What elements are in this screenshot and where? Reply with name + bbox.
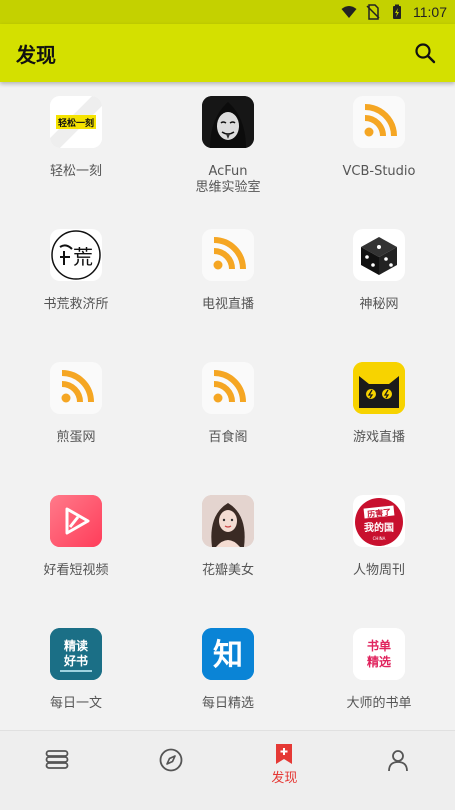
source-item[interactable]: 精读 好书 每日一文 <box>0 614 152 712</box>
source-label: 人物周刊 <box>352 563 405 578</box>
svg-text:精读: 精读 <box>64 638 88 653</box>
rss-icon <box>353 96 405 148</box>
zhi-logo-icon: 知 <box>202 628 254 680</box>
app-bar: 发现 <box>0 24 455 82</box>
svg-text:我的国: 我的国 <box>364 521 394 534</box>
status-bar: 11:07 <box>0 0 455 24</box>
battery-charging-icon <box>389 4 405 20</box>
source-label: 好看短视频 <box>43 563 109 578</box>
masked-face-avatar-icon <box>202 96 254 148</box>
source-label: AcFun 思维实验室 <box>195 164 261 195</box>
compass-icon <box>159 748 183 772</box>
source-item[interactable]: 书单 精选 大师的书单 <box>303 614 455 712</box>
source-label: 大师的书单 <box>346 696 412 711</box>
shudan-logo-icon: 书单 精选 <box>353 628 405 680</box>
source-label: VCB-Studio <box>342 164 416 179</box>
rss-icon <box>202 229 254 281</box>
source-item[interactable]: 煎蛋网 <box>0 348 152 446</box>
source-item[interactable]: 电视直播 <box>152 215 304 313</box>
source-item[interactable]: 花瓣美女 <box>152 481 304 579</box>
no-sim-icon <box>365 4 381 20</box>
search-button[interactable] <box>411 39 439 67</box>
rss-icon <box>202 362 254 414</box>
source-label: 轻松一刻 <box>49 164 102 179</box>
source-item[interactable]: 轻松一刻 轻松一刻 <box>0 82 152 180</box>
svg-text:知: 知 <box>213 638 243 673</box>
discover-grid: 轻松一刻 轻松一刻 AcFun 思维实验室 VCB-Studio 荒 书荒救济所… <box>0 82 455 730</box>
source-item[interactable]: 好看短视频 <box>0 481 152 579</box>
clock: 11:07 <box>413 4 447 20</box>
dice-icon <box>353 229 405 281</box>
svg-text:书单: 书单 <box>367 638 391 653</box>
source-label: 每日精选 <box>201 696 254 711</box>
bottom-navigation: 发现 <box>0 730 455 810</box>
photo-avatar-icon <box>202 495 254 547</box>
source-label: 每日一文 <box>49 696 102 711</box>
qingsong-logo-icon: 轻松一刻 <box>50 96 102 148</box>
source-label: 百食阁 <box>208 430 248 445</box>
source-label: 电视直播 <box>201 297 254 312</box>
source-label: 煎蛋网 <box>56 430 96 445</box>
wifi-icon <box>341 4 357 20</box>
svg-text:轻松一刻: 轻松一刻 <box>58 117 94 129</box>
source-label: 游戏直播 <box>352 430 405 445</box>
svg-text:好书: 好书 <box>63 653 88 668</box>
source-item[interactable]: 游戏直播 <box>303 348 455 446</box>
source-label: 神秘网 <box>359 297 399 312</box>
nav-discover[interactable]: 发现 <box>228 731 342 786</box>
source-item[interactable]: AcFun 思维实验室 <box>152 82 304 196</box>
nav-explore[interactable] <box>114 731 228 773</box>
svg-text:CHINA: CHINA <box>373 536 386 541</box>
source-item[interactable]: 神秘网 <box>303 215 455 313</box>
page-title: 发现 <box>16 42 56 67</box>
source-item[interactable]: 历害了 我的国 CHINA 人物周刊 <box>303 481 455 579</box>
source-item[interactable]: VCB-Studio <box>303 82 455 180</box>
source-item[interactable]: 荒 书荒救济所 <box>0 215 152 313</box>
source-item[interactable]: 百食阁 <box>152 348 304 446</box>
person-icon <box>388 750 409 772</box>
cat-icon <box>353 362 405 414</box>
bookshelf-icon <box>45 750 69 769</box>
nav-profile[interactable] <box>341 731 455 773</box>
nav-discover-label: 发现 <box>271 771 298 786</box>
bookmark-plus-icon <box>276 744 293 764</box>
source-label: 花瓣美女 <box>201 563 254 578</box>
shuhuang-logo-icon: 荒 <box>50 229 102 281</box>
source-label: 书荒救济所 <box>43 297 109 312</box>
search-icon <box>415 43 436 64</box>
rss-icon <box>50 362 102 414</box>
nav-bookshelf[interactable] <box>0 731 114 773</box>
renwu-logo-icon: 历害了 我的国 CHINA <box>353 495 405 547</box>
svg-text:荒: 荒 <box>73 245 93 269</box>
video-play-icon <box>50 495 102 547</box>
svg-text:精选: 精选 <box>367 654 391 669</box>
jingdu-logo-icon: 精读 好书 <box>50 628 102 680</box>
source-item[interactable]: 知 每日精选 <box>152 614 304 712</box>
